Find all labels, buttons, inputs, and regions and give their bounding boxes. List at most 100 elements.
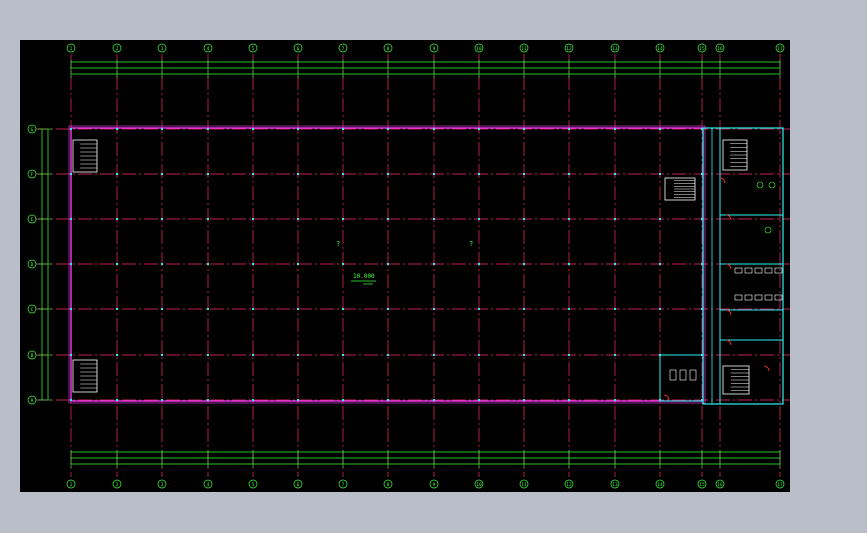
column-mark (70, 218, 72, 220)
column-mark (207, 354, 209, 356)
column-mark (523, 263, 525, 265)
column-mark (297, 354, 299, 356)
core-fixture (764, 267, 773, 274)
column-mark (207, 128, 209, 130)
column-mark (342, 263, 344, 265)
column-mark (478, 354, 480, 356)
column-mark (568, 399, 570, 401)
axis-label-top: 9 (433, 46, 436, 52)
column-mark (252, 308, 254, 310)
toilet-fixture (679, 369, 687, 381)
column-mark (342, 128, 344, 130)
axis-label-bottom: 12 (566, 482, 572, 488)
column-mark (342, 173, 344, 175)
column-mark (161, 128, 163, 130)
labels: ? ? 10.000 (336, 240, 473, 285)
column-mark (387, 354, 389, 356)
column-mark (70, 308, 72, 310)
column-mark (659, 263, 661, 265)
column-mark (614, 354, 616, 356)
column-mark (207, 218, 209, 220)
axis-label-bottom: 16 (717, 482, 723, 488)
column-mark (614, 263, 616, 265)
axis-label-bottom: 2 (116, 482, 119, 488)
axis-label-top: 13 (612, 46, 618, 52)
column-mark (614, 308, 616, 310)
column-mark (614, 128, 616, 130)
column-mark (116, 399, 118, 401)
axis-label-bottom: 1 (70, 482, 73, 488)
axis-label-top: 8 (387, 46, 390, 52)
axis-label-bottom: 7 (342, 482, 345, 488)
toilet-fixture (669, 369, 677, 381)
axis-label-top: 5 (252, 46, 255, 52)
core-equipment (768, 181, 776, 189)
column-mark (568, 218, 570, 220)
column-mark (161, 308, 163, 310)
column-mark (433, 173, 435, 175)
column-mark (433, 354, 435, 356)
column-mark (342, 354, 344, 356)
column-mark (568, 263, 570, 265)
column-mark (161, 173, 163, 175)
column-mark (387, 173, 389, 175)
column-mark (116, 308, 118, 310)
column-mark (568, 308, 570, 310)
column-mark (252, 128, 254, 130)
axis-label-bottom: 17 (777, 482, 783, 488)
column-mark (342, 399, 344, 401)
axis-label-bottom: 11 (521, 482, 527, 488)
axis-label-bottom: 4 (207, 482, 210, 488)
door-swing (663, 394, 670, 401)
column-mark (659, 128, 661, 130)
core-fixture (774, 267, 783, 274)
core-outline (702, 127, 784, 405)
door-swing (725, 309, 732, 316)
column-mark (433, 308, 435, 310)
column-mark (161, 263, 163, 265)
column-mark (116, 128, 118, 130)
column-mark (161, 354, 163, 356)
column-mark (161, 218, 163, 220)
room-mark-left: ? (336, 240, 340, 248)
column-mark (342, 308, 344, 310)
core-fixture (754, 267, 763, 274)
column-mark (207, 263, 209, 265)
column-mark (161, 399, 163, 401)
axis-bubbles: 1122334455667788991010111112121313141415… (27, 43, 785, 489)
axis-label-top: 12 (566, 46, 572, 52)
column-mark (478, 173, 480, 175)
elevation-label: 10.000 (353, 273, 375, 280)
axis-label-left: F (31, 172, 34, 178)
column-mark (387, 263, 389, 265)
column-mark (568, 354, 570, 356)
column-mark (70, 263, 72, 265)
axis-label-left: E (31, 217, 34, 223)
core-fixture (744, 294, 753, 301)
column-mark (116, 218, 118, 220)
core-fixture (764, 294, 773, 301)
core-fixture (754, 294, 763, 301)
axis-label-bottom: 10 (476, 482, 482, 488)
column-mark (523, 128, 525, 130)
core-equipment (756, 181, 764, 189)
column-mark (297, 218, 299, 220)
door-swing (725, 263, 732, 270)
axis-label-top: 17 (777, 46, 783, 52)
door-swing (763, 365, 770, 372)
column-mark (252, 399, 254, 401)
column-mark (614, 399, 616, 401)
door-swing (719, 177, 726, 184)
column-mark (252, 263, 254, 265)
column-mark (478, 218, 480, 220)
core-fixture (734, 267, 743, 274)
column-mark (387, 128, 389, 130)
column-mark (523, 218, 525, 220)
floor-plan-drawing: 1122334455667788991010111112121313141415… (27, 43, 790, 489)
cad-viewport[interactable]: 1 1 2 2 3 3 4 4 5 5 6 6 7 7 8 8 9 9 10 10 11 11 12 12 13 13 14 14 15… (20, 40, 790, 492)
column-mark (207, 399, 209, 401)
column-mark (614, 218, 616, 220)
column-mark (568, 173, 570, 175)
axis-label-top: 10 (476, 46, 482, 52)
column-mark (478, 308, 480, 310)
